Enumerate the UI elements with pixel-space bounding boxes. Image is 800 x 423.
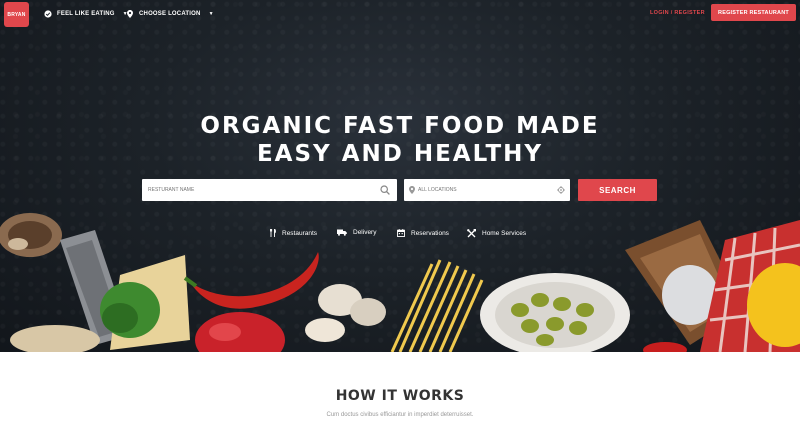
feel-like-eating-dropdown[interactable]: FEEL LIKE EATING ▼	[44, 10, 128, 18]
hero-section: BRYAN FEEL LIKE EATING ▼ CHOOSE LOCATION…	[0, 0, 800, 352]
truck-icon	[337, 229, 347, 236]
choose-location-label: CHOOSE LOCATION	[139, 11, 201, 17]
category-links: Restaurants Delivery Reservations Home S…	[0, 229, 800, 239]
food-photo	[0, 213, 800, 352]
fork-knife-icon	[270, 229, 276, 237]
login-register-link[interactable]: LOGIN / REGISTER	[650, 10, 705, 16]
feel-like-eating-label: FEEL LIKE EATING	[57, 11, 115, 17]
map-pin-icon	[126, 10, 134, 18]
category-label: Restaurants	[282, 229, 318, 237]
choose-location-dropdown[interactable]: CHOOSE LOCATION ▼	[126, 10, 214, 18]
hero-headline-line1: ORGANIC FAST FOOD MADE	[200, 113, 600, 139]
crosshair-icon[interactable]	[557, 186, 565, 194]
how-it-works-title: HOW IT WORKS	[335, 388, 465, 404]
category-restaurants[interactable]: Restaurants	[270, 229, 317, 237]
restaurant-name-input[interactable]	[148, 179, 368, 201]
category-label: Reservations	[411, 229, 449, 237]
category-label: Home Services	[482, 230, 527, 237]
restaurant-search-field[interactable]	[142, 179, 397, 201]
category-label: Delivery	[353, 229, 377, 236]
category-home-services[interactable]: Home Services	[467, 229, 526, 238]
tools-icon	[467, 229, 476, 238]
map-pin-icon	[409, 186, 415, 194]
hero-headline-line2: EASY AND HEALTHY	[256, 141, 544, 167]
chevron-down-icon: ▼	[208, 11, 214, 17]
brand-logo[interactable]: BRYAN	[4, 2, 29, 27]
category-reservations[interactable]: Reservations	[397, 229, 449, 237]
search-button[interactable]: SEARCH	[578, 179, 657, 201]
location-input[interactable]	[418, 179, 548, 201]
register-restaurant-button[interactable]: REGISTER RESTAURANT	[711, 4, 796, 21]
calendar-icon	[397, 229, 405, 237]
how-it-works-subtitle: Cum doctus civibus efficiantur in imperd…	[326, 412, 474, 418]
hero-headline: ORGANIC FAST FOOD MADE EASY AND HEALTHY	[0, 112, 800, 168]
location-search-field[interactable]	[404, 179, 570, 201]
check-circle-icon	[44, 10, 52, 18]
search-icon[interactable]	[380, 185, 390, 195]
brand-logo-text: BRYAN	[7, 11, 26, 18]
category-delivery[interactable]: Delivery	[337, 229, 376, 236]
